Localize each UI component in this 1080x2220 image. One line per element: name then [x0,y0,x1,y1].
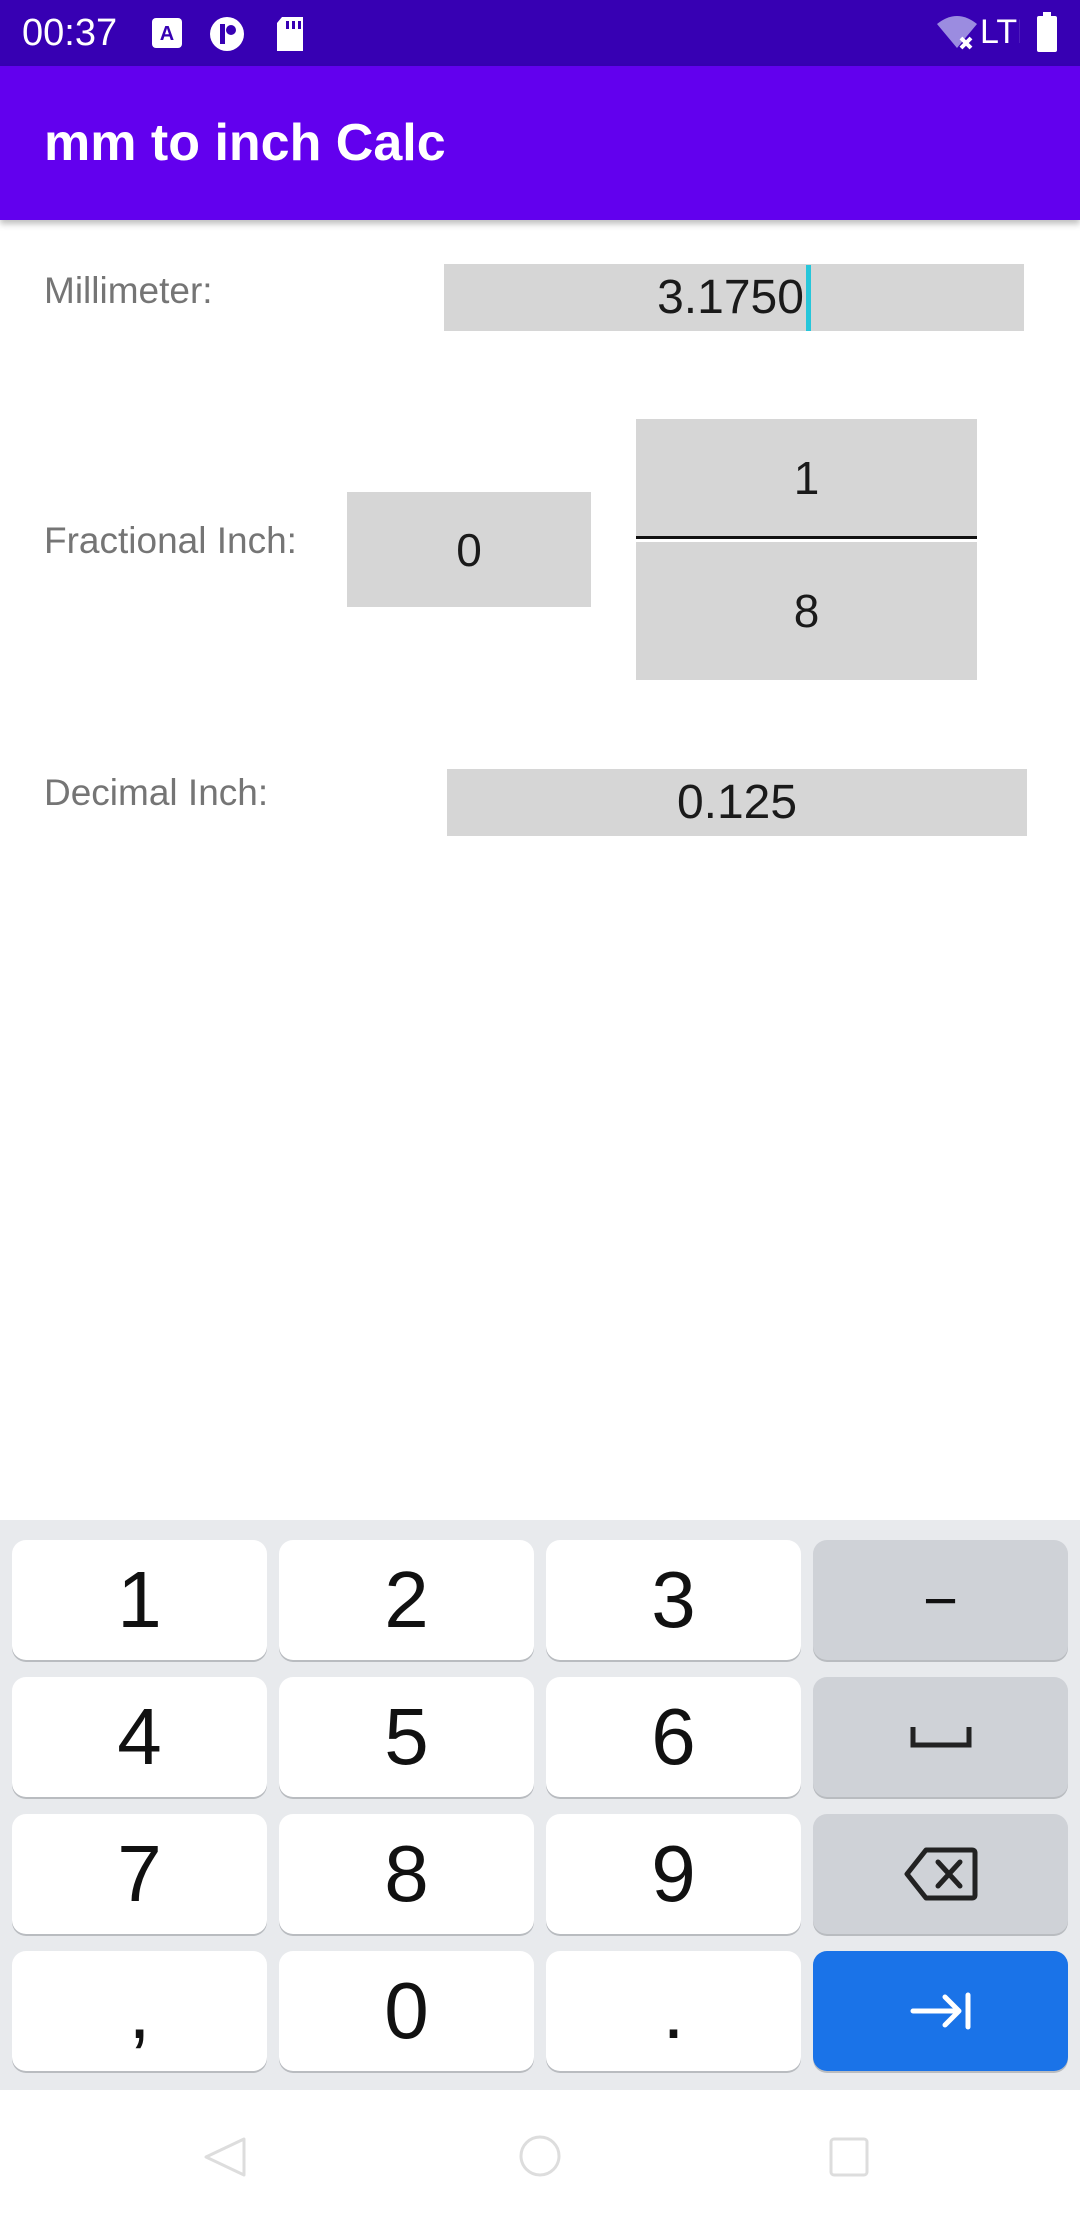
home-icon[interactable] [518,2134,562,2178]
space-icon [910,1727,971,1748]
key-label: 2 [384,1555,429,1644]
decimal-inch-value: 0.125 [676,776,798,829]
status-time: 00:37 [22,12,118,54]
app-badge-icon [208,16,246,57]
millimeter-value: 3.1750 [657,271,804,324]
numerator-input[interactable]: 1 [636,419,977,536]
whole-inch-value: 0 [456,523,482,576]
decimal-inch-input[interactable]: 0.125 [447,769,1027,836]
key-label: , [128,1966,151,2055]
key-7[interactable]: 7 [12,1814,267,1934]
key-next[interactable] [813,1951,1068,2071]
translate-icon: A [150,16,184,55]
app-title: mm to inch Calc [44,114,446,172]
fraction-divider [636,536,977,539]
navigation-bar [0,2090,1080,2220]
network-type: LTE [980,13,1020,51]
key-3[interactable]: 3 [546,1540,801,1660]
denominator-value: 8 [793,585,820,637]
tab-next-icon [910,1992,970,2030]
text-cursor [805,264,811,331]
millimeter-label: Millimeter: [44,270,213,311]
key-6[interactable]: 6 [546,1677,801,1797]
key-label: 6 [651,1692,696,1781]
key-2[interactable]: 2 [279,1540,534,1660]
key-9[interactable]: 9 [546,1814,801,1934]
key-label: 8 [384,1829,429,1918]
svg-text:A: A [160,23,174,45]
denominator-input[interactable]: 8 [636,542,977,680]
key-1[interactable]: 1 [12,1540,267,1660]
key-label: . [662,1966,685,2055]
key-label: 7 [117,1829,162,1918]
key-minus[interactable]: − [813,1540,1068,1660]
whole-inch-input[interactable]: 0 [347,492,591,607]
key-period[interactable]: . [546,1951,801,2071]
key-label: − [922,1566,959,1634]
numeric-keyboard: 1 2 3 − 4 5 6 7 8 9 , 0 . [0,1520,1080,2090]
millimeter-input[interactable]: 3.1750 [444,264,1024,331]
key-4[interactable]: 4 [12,1677,267,1797]
key-0[interactable]: 0 [279,1951,534,2071]
key-comma[interactable]: , [12,1951,267,2071]
backspace-icon [904,1847,977,1901]
key-space[interactable] [813,1677,1068,1797]
status-bar: 00:37 A LTE [0,0,1080,66]
wifi-off-icon [935,14,979,57]
back-icon[interactable] [200,2135,250,2179]
key-backspace[interactable] [813,1814,1068,1934]
app-bar: mm to inch Calc [0,66,1080,220]
key-label: 5 [384,1692,429,1781]
key-label: 3 [651,1555,696,1644]
numerator-value: 1 [793,451,820,504]
battery-icon [1036,12,1058,57]
key-8[interactable]: 8 [279,1814,534,1934]
key-5[interactable]: 5 [279,1677,534,1797]
fractional-inch-label: Fractional Inch: [44,520,297,561]
key-label: 0 [384,1966,429,2055]
key-label: 4 [117,1692,162,1781]
sd-card-icon [274,16,306,57]
key-label: 9 [651,1829,696,1918]
decimal-inch-label: Decimal Inch: [44,772,269,813]
key-label: 1 [117,1555,162,1644]
recents-icon[interactable] [828,2136,870,2178]
